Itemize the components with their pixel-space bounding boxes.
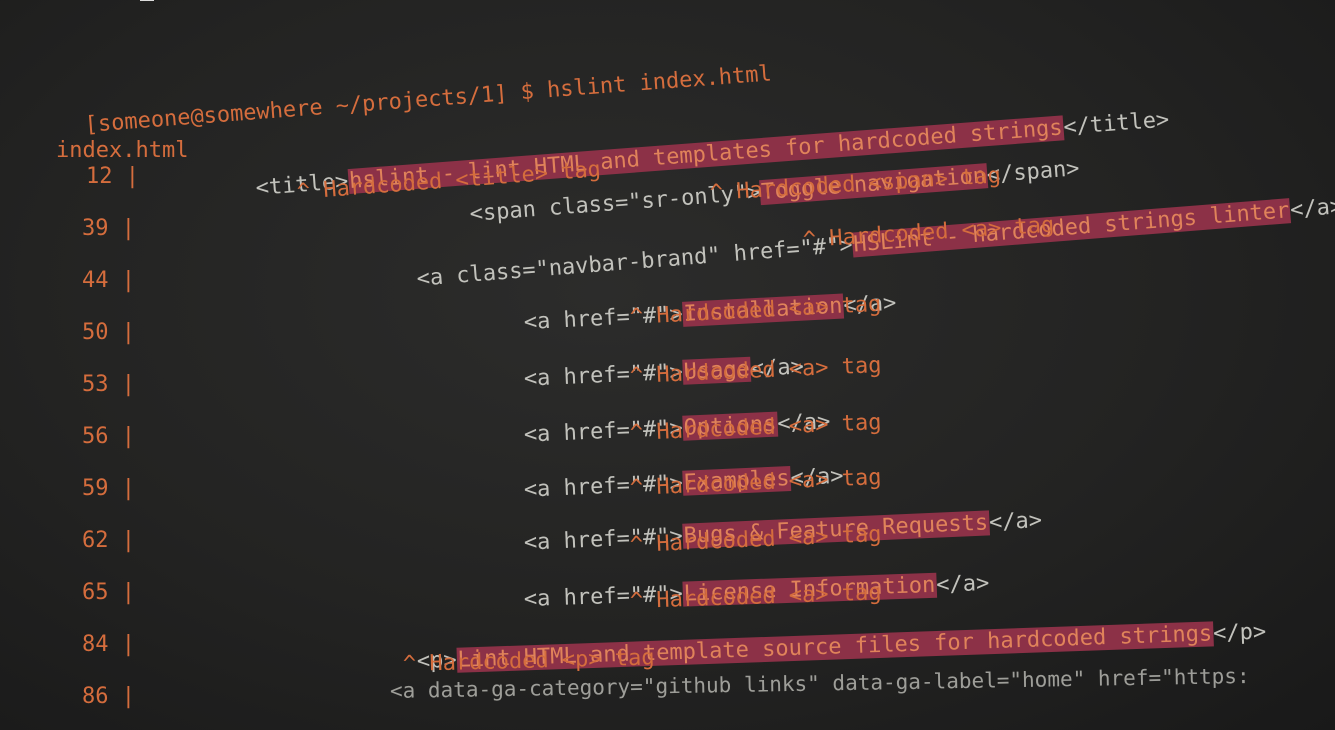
code-after: </a> [935,570,990,598]
line-number: 84 | [82,632,135,657]
terminal-cursor [140,0,154,1]
line-number: 50 | [82,320,135,345]
code-after: </title> [1062,107,1171,141]
line-number: 44 | [82,268,135,293]
line-number: 59 | [82,476,135,501]
code-after: </a> [988,508,1043,536]
terminal-window: [someone@somewhere ~/projects/1] $ hslin… [0,0,1335,730]
line-number: 62 | [82,528,135,553]
code-after: </p> [1212,619,1267,647]
code-after: </a> [1289,193,1335,224]
line-number: 53 | [82,372,135,397]
command-text: hslint index.html [546,61,773,104]
line-number: 86 | [82,684,135,709]
line-number: 12 | [86,164,139,189]
line-number: 65 | [82,580,135,605]
file-name: index.html [56,138,189,163]
prompt-text: [someone@somewhere ~/projects/1] $ [83,78,549,138]
line-number: 39 | [82,216,135,241]
line-number: 56 | [82,424,135,449]
